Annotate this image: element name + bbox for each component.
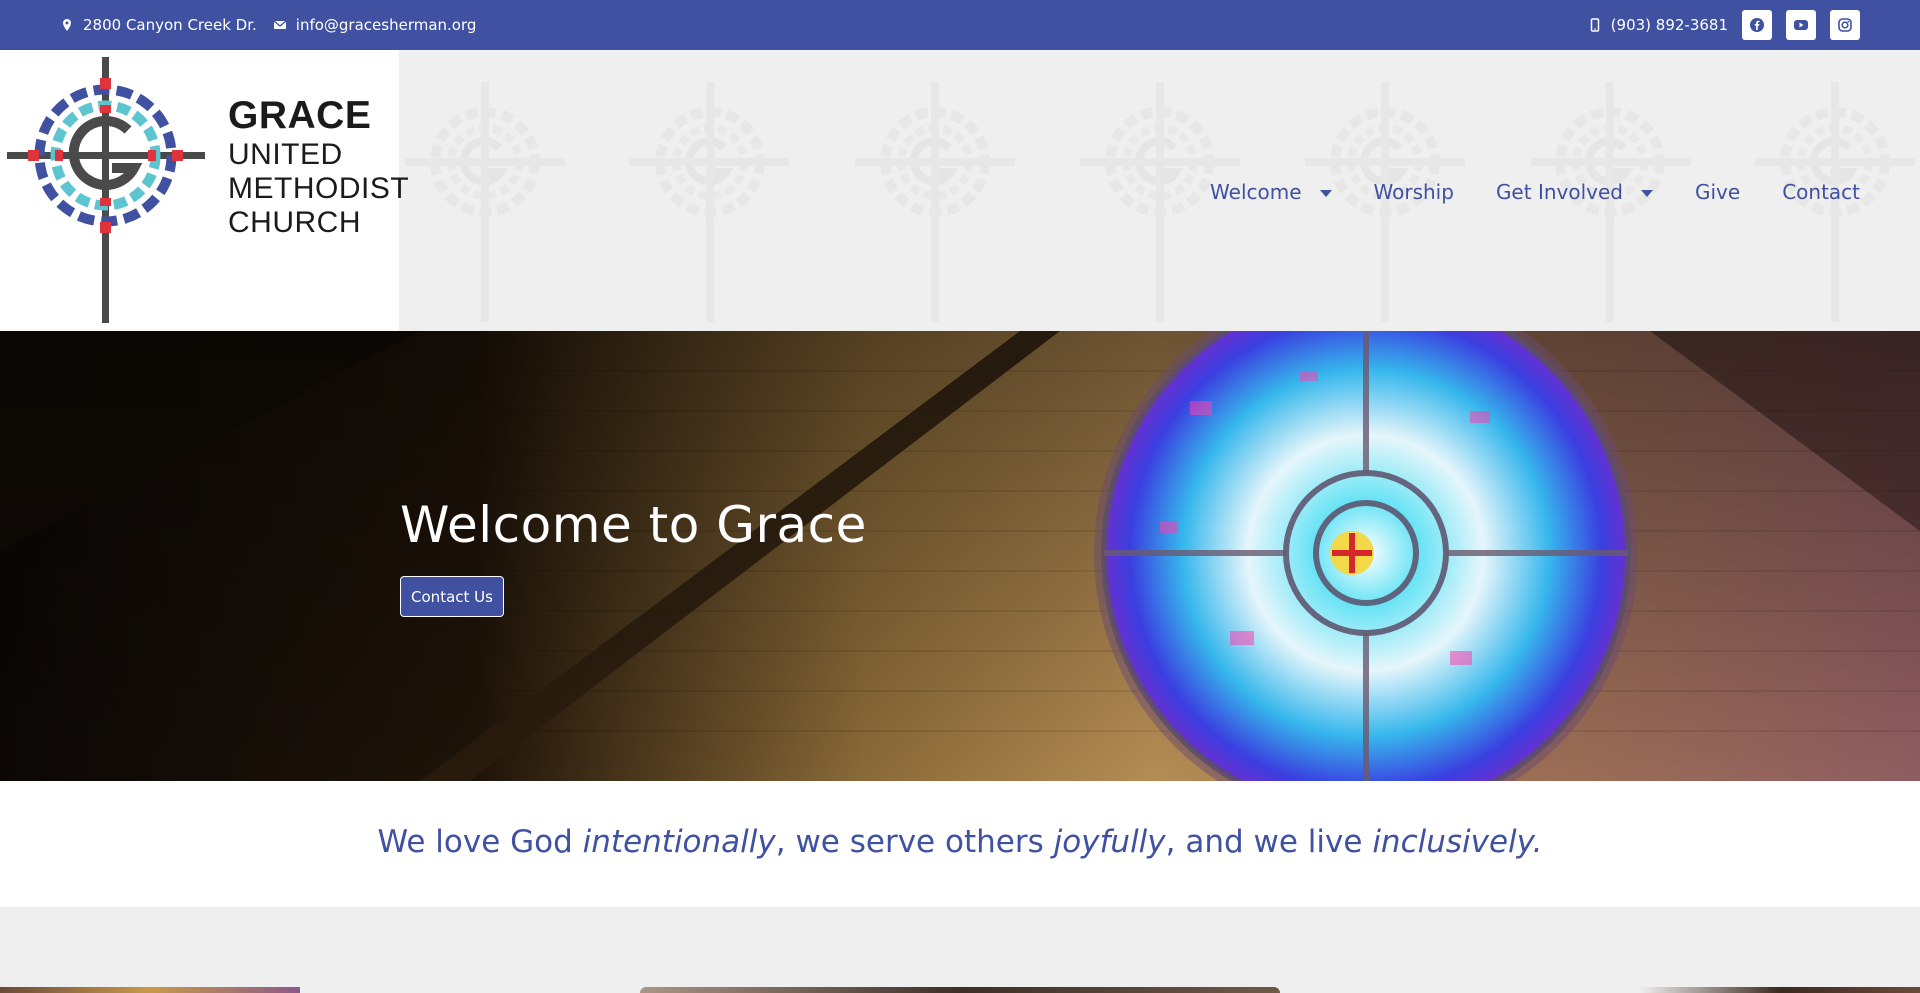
nav-contact-label: Contact <box>1782 180 1860 204</box>
map-pin-icon <box>63 19 71 31</box>
site-header: GRACE UNITED METHODIST CHURCH Welcome Wo… <box>0 50 1920 331</box>
nav-get-involved-label: Get Involved <box>1495 180 1623 204</box>
nav-contact[interactable]: Contact <box>1782 180 1860 204</box>
mission-statement: We love God intentionally, we serve othe… <box>0 781 1920 907</box>
logo-line-2: METHODIST <box>228 172 410 205</box>
mobile-phone-icon <box>1590 18 1599 32</box>
instagram-button[interactable] <box>1830 10 1860 40</box>
nav-welcome[interactable]: Welcome <box>1210 180 1332 204</box>
content-section <box>0 907 1920 993</box>
caret-down-icon <box>1319 189 1332 197</box>
nav-worship[interactable]: Worship <box>1374 180 1454 204</box>
mission-emphasis-2: joyfully <box>1053 824 1166 860</box>
card-image-center <box>640 987 1280 993</box>
stained-glass-window-image <box>0 331 1920 781</box>
email-link[interactable]: info@gracesherman.org <box>273 16 477 34</box>
card-image-left <box>0 987 300 993</box>
mission-part-3: , and we live <box>1165 824 1373 860</box>
logo-wordmark: GRACE UNITED METHODIST CHURCH <box>228 94 409 240</box>
nav-worship-label: Worship <box>1373 180 1454 204</box>
caret-down-icon <box>1640 189 1653 197</box>
contact-us-button[interactable]: Contact Us <box>400 576 504 617</box>
contact-right: (903) 892-3681 <box>1588 0 1860 50</box>
nav-give-label: Give <box>1694 180 1741 204</box>
top-contact-bar: 2800 Canyon Creek Dr. info@gracesherman.… <box>0 0 1920 50</box>
nav-welcome-label: Welcome <box>1210 180 1302 204</box>
address-text: 2800 Canyon Creek Dr. <box>83 16 257 34</box>
email-text: info@gracesherman.org <box>295 16 477 34</box>
card-image-right <box>1640 987 1920 993</box>
youtube-icon <box>1794 20 1808 30</box>
address-link[interactable]: 2800 Canyon Creek Dr. <box>60 16 257 34</box>
envelope-icon <box>273 20 287 29</box>
site-logo[interactable]: GRACE UNITED METHODIST CHURCH <box>0 50 409 331</box>
logo-line-3: CHURCH <box>228 206 361 239</box>
phone-link[interactable]: (903) 892-3681 <box>1588 16 1728 34</box>
facebook-button[interactable] <box>1742 10 1772 40</box>
mission-part-2: , we serve others <box>775 824 1054 860</box>
mission-part-1: We love God <box>377 824 583 860</box>
facebook-icon <box>1750 18 1764 32</box>
phone-text: (903) 892-3681 <box>1610 16 1728 34</box>
hero-title: Welcome to Grace <box>400 496 867 554</box>
logo-line-1: UNITED <box>228 138 343 171</box>
instagram-icon <box>1838 18 1852 32</box>
logo-name: GRACE <box>228 94 372 137</box>
hero-banner: Welcome to Grace Contact Us <box>0 331 1920 781</box>
grace-logo-icon <box>7 57 205 323</box>
contact-left: 2800 Canyon Creek Dr. info@gracesherman.… <box>60 0 476 50</box>
nav-give[interactable]: Give <box>1695 180 1740 204</box>
mission-text: We love God intentionally, we serve othe… <box>378 824 1543 860</box>
mission-emphasis-1: intentionally <box>582 824 776 860</box>
youtube-button[interactable] <box>1786 10 1816 40</box>
mission-emphasis-3: inclusively. <box>1372 824 1543 860</box>
main-navigation: Welcome Worship Get Involved Give Contac… <box>1168 180 1860 204</box>
nav-get-involved[interactable]: Get Involved <box>1496 180 1653 204</box>
